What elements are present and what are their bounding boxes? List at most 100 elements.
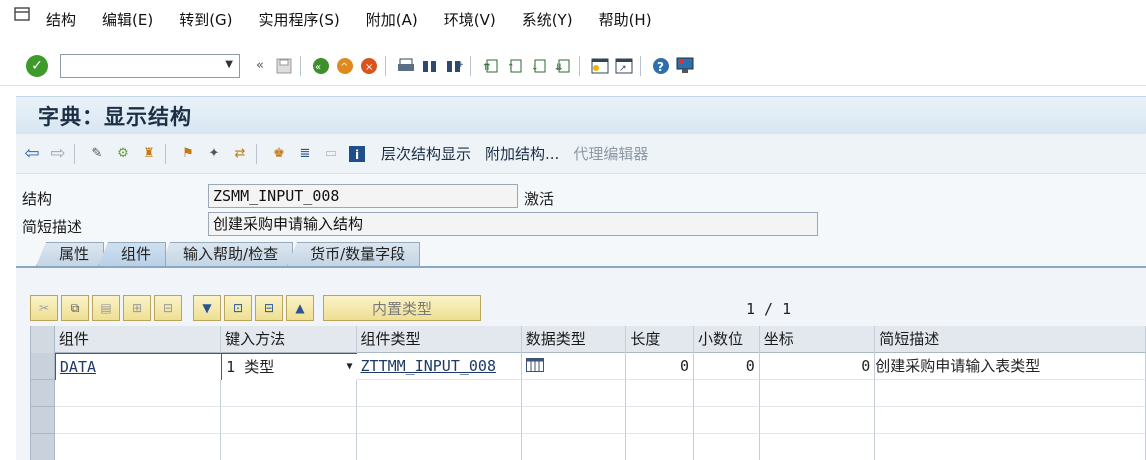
tab-attributes[interactable]: 属性 xyxy=(36,242,105,266)
component-link[interactable]: DATA xyxy=(60,358,96,376)
activate-icon[interactable]: ♜ xyxy=(139,144,159,164)
menu-help[interactable]: 帮助(H) xyxy=(599,9,652,38)
empty-cell[interactable] xyxy=(54,407,222,434)
empty-cell[interactable] xyxy=(221,407,357,434)
structure-label: 结构 xyxy=(22,190,53,208)
table-row[interactable] xyxy=(31,380,1146,407)
col-coordinate[interactable]: 坐标 xyxy=(760,326,876,353)
copy-icon[interactable]: ⧉ xyxy=(61,295,89,321)
cut-icon[interactable]: ✂ xyxy=(30,295,58,321)
collapse-icon[interactable]: « xyxy=(250,56,270,76)
expand-icon[interactable]: ⊡ xyxy=(224,295,252,321)
svg-text:↓: ↓ xyxy=(531,63,539,73)
find-next-icon[interactable]: + xyxy=(444,56,464,76)
row-selector[interactable] xyxy=(31,434,55,460)
where-used-icon[interactable]: ⚑ xyxy=(178,144,198,164)
col-component-type[interactable]: 组件类型 xyxy=(357,326,522,353)
command-input[interactable] xyxy=(61,54,211,77)
shortcut-icon[interactable]: ↗ xyxy=(614,56,634,76)
previous-page-icon[interactable]: ↑ xyxy=(505,56,525,76)
builtin-type-button[interactable]: 内置类型 xyxy=(323,295,481,321)
menu-bar: 结构 编辑(E) 转到(G) 实用程序(S) 附加(A) 环境(V) 系统(Y)… xyxy=(0,0,1146,46)
component-type-cell[interactable]: ZTTMM_INPUT_008 xyxy=(356,353,522,380)
sort-down-icon[interactable]: ▼ xyxy=(193,295,221,321)
menu-structure[interactable]: 结构 xyxy=(46,9,76,38)
col-decimals[interactable]: 小数位 xyxy=(694,326,760,353)
customize-layout-icon[interactable] xyxy=(675,56,695,76)
menu-extras[interactable]: 附加(A) xyxy=(366,9,418,38)
save-icon[interactable] xyxy=(274,56,294,76)
tab-currency-quantity[interactable]: 货币/数量字段 xyxy=(287,242,421,266)
menu-environment[interactable]: 环境(V) xyxy=(444,9,496,38)
last-page-icon[interactable]: ⇊ xyxy=(553,56,573,76)
magic-wand-icon[interactable]: ✦ xyxy=(204,144,224,164)
separator xyxy=(300,55,301,76)
col-data-type[interactable]: 数据类型 xyxy=(522,326,627,353)
row-selector[interactable] xyxy=(31,353,55,380)
object-list-icon[interactable]: ⇄ xyxy=(230,144,250,164)
hierarchy-display-button[interactable]: 层次结构显示 xyxy=(381,143,471,164)
exit-icon[interactable]: ^ xyxy=(335,56,355,76)
empty-cell[interactable] xyxy=(356,380,522,407)
info-icon[interactable]: i xyxy=(347,144,367,164)
print-icon[interactable] xyxy=(396,56,416,76)
svg-text:↗: ↗ xyxy=(619,64,627,74)
table-row[interactable] xyxy=(31,407,1146,434)
new-session-icon[interactable] xyxy=(590,56,610,76)
append-structure-button[interactable]: 附加结构... xyxy=(485,143,559,164)
back-icon[interactable]: « xyxy=(311,56,331,76)
structure-field[interactable]: ZSMM_INPUT_008 xyxy=(208,184,518,208)
menu-utilities[interactable]: 实用程序(S) xyxy=(259,9,340,38)
decimals-cell: 0 xyxy=(694,353,760,380)
col-typing-method[interactable]: 键入方法 xyxy=(221,326,357,353)
chevron-down-icon[interactable]: ▼ xyxy=(225,59,233,70)
sort-up-icon[interactable]: ▲ xyxy=(286,295,314,321)
collapse-table-icon[interactable]: ⊟ xyxy=(255,295,283,321)
tab-input-help-check[interactable]: 输入帮助/检查 xyxy=(160,242,294,266)
arrow-left-icon[interactable]: ⇦ xyxy=(22,143,42,164)
first-page-icon[interactable]: ⇈ xyxy=(481,56,501,76)
insert-row-icon[interactable]: ⊞ xyxy=(123,295,151,321)
delete-row-icon[interactable]: ⊟ xyxy=(154,295,182,321)
menu-system[interactable]: 系统(Y) xyxy=(522,9,573,38)
table-row[interactable]: DATA 1 类型 ▼ ZTTMM_INPUT_008 0 0 0 创建采购申请输… xyxy=(31,353,1146,380)
page-title: 字典：显示结构 xyxy=(38,104,192,129)
row-selector[interactable] xyxy=(31,380,55,407)
empty-cell[interactable] xyxy=(54,380,222,407)
next-page-icon[interactable]: ↓ xyxy=(529,56,549,76)
select-all-cell[interactable] xyxy=(31,326,55,353)
help-icon[interactable]: ? xyxy=(651,56,671,76)
empty-cell[interactable] xyxy=(356,407,522,434)
empty-cell[interactable] xyxy=(221,380,357,407)
cancel-icon[interactable]: × xyxy=(359,56,379,76)
col-length[interactable]: 长度 xyxy=(626,326,695,353)
arrow-right-icon[interactable]: ⇨ xyxy=(48,143,68,164)
enter-check-icon[interactable]: ✓ xyxy=(26,54,48,77)
typing-method-value: 1 类型 xyxy=(226,358,275,376)
empty-cell xyxy=(694,380,760,407)
chevron-down-icon[interactable]: ▼ xyxy=(347,354,353,380)
empty-cell[interactable] xyxy=(356,434,522,460)
stack-icon[interactable]: ≣ xyxy=(295,144,315,164)
short-desc-field[interactable]: 创建采购申请输入结构 xyxy=(208,212,818,236)
empty-cell[interactable] xyxy=(54,434,222,460)
display-change-icon[interactable]: ✎ xyxy=(87,144,107,164)
menu-edit[interactable]: 编辑(E) xyxy=(102,9,153,38)
paste-icon[interactable]: ▤ xyxy=(92,295,120,321)
col-short-desc[interactable]: 简短描述 xyxy=(875,326,1146,353)
row-selector[interactable] xyxy=(31,407,55,434)
system-menu-icon[interactable] xyxy=(14,7,36,25)
col-component[interactable]: 组件 xyxy=(55,326,222,353)
separator xyxy=(256,143,257,164)
hierarchy-icon[interactable]: ♚ xyxy=(269,144,289,164)
command-field[interactable]: ▼ xyxy=(60,53,240,78)
tab-components[interactable]: 组件 xyxy=(98,242,167,266)
empty-cell[interactable] xyxy=(221,434,357,460)
component-cell[interactable]: DATA xyxy=(54,353,222,380)
typing-method-cell[interactable]: 1 类型 ▼ xyxy=(221,353,357,380)
menu-goto[interactable]: 转到(G) xyxy=(179,9,232,38)
component-type-link[interactable]: ZTTMM_INPUT_008 xyxy=(361,357,496,375)
table-row[interactable] xyxy=(31,434,1146,460)
find-icon[interactable] xyxy=(420,56,440,76)
check-object-icon[interactable]: ⚙ xyxy=(113,144,133,164)
